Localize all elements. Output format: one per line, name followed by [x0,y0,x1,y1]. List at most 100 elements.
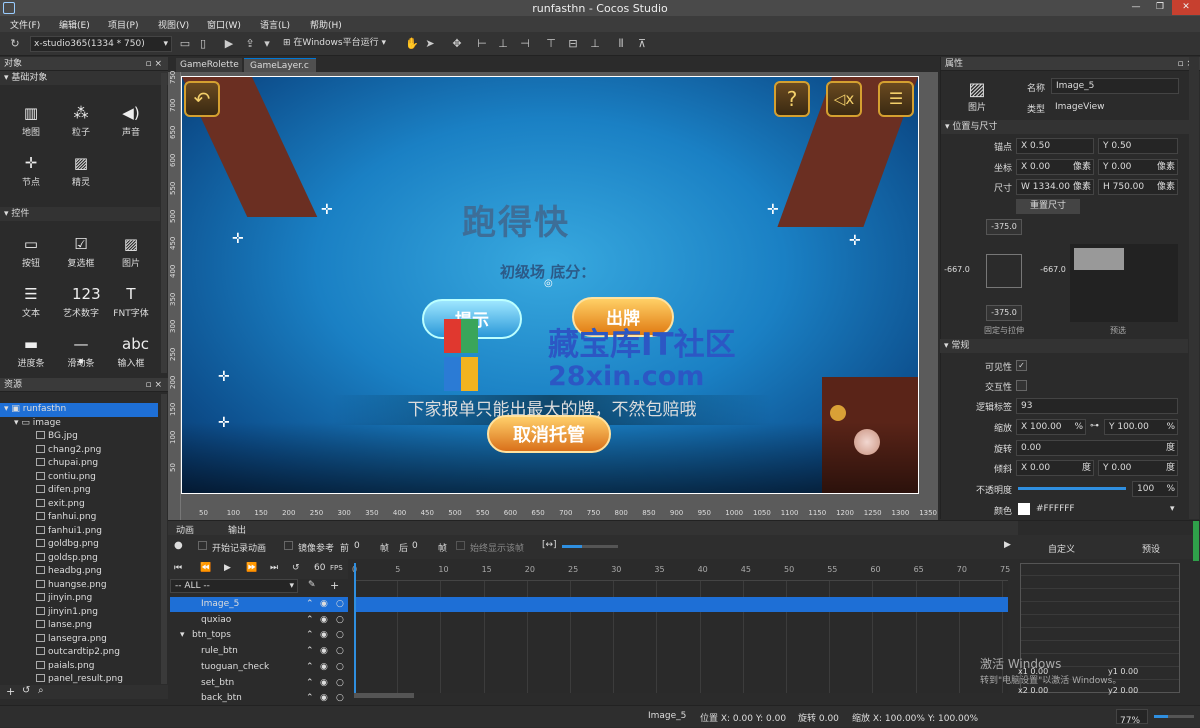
panel-close-icon[interactable]: ▫ × [145,378,162,392]
file-item[interactable]: BG.jpg [0,430,168,444]
tab-preset[interactable]: 预设 [1142,542,1160,555]
lock-icon[interactable]: ⌃ [306,613,314,628]
resolution-select[interactable]: x-studio365(1334 * 750) ▾ [30,36,172,52]
timeline-node-row[interactable]: back_btn ⌃ ◉ ○ [170,691,348,706]
circle-icon[interactable]: ○ [336,597,344,612]
tag-field[interactable]: 93 [1016,398,1178,414]
distribute-h-icon[interactable]: ⫴ [614,37,628,51]
timeline-hscrollbar[interactable] [354,693,414,698]
interactive-checkbox[interactable] [1016,380,1027,391]
landscape-icon[interactable]: ▭ [178,37,192,51]
reset-size-button[interactable]: 重置尺寸 [1016,199,1080,214]
lock-icon[interactable]: ⌃ [306,597,314,612]
prev-value[interactable]: 0 [354,541,360,551]
general-section[interactable]: ▾ 常规 [940,339,1188,353]
file-item[interactable]: goldbg.png [0,538,168,552]
scale-x-field[interactable]: X 100.00% [1016,419,1086,435]
prev-frame-icon[interactable]: ⏪ [200,563,211,573]
menu-window[interactable]: 窗口(W) [207,18,241,31]
tab-custom[interactable]: 自定义 [1048,542,1075,555]
timeline-node-row[interactable]: ▾ btn_tops ⌃ ◉ ○ [170,628,348,643]
position-x-field[interactable]: X 0.00 像素 [1016,159,1094,175]
timeline-node-row[interactable]: set_btn ⌃ ◉ ○ [170,676,348,691]
object-node[interactable]: ✛ 节点 [6,154,56,188]
menu-project[interactable]: 项目(P) [108,18,138,31]
file-item[interactable]: lanse.png [0,619,168,633]
resources-scrollbar[interactable] [161,394,167,684]
last-frame-icon[interactable]: ⏭ [270,563,278,573]
eye-icon[interactable]: ◉ [320,644,328,659]
name-field[interactable]: Image_5 [1051,78,1179,94]
width-field[interactable]: W 1334.00 像素 [1016,179,1094,195]
object-image[interactable]: ▨ 图片 [106,235,156,269]
pointer-icon[interactable]: ➤ [423,37,437,51]
skew-y-field[interactable]: Y 0.00 度 [1098,460,1178,476]
tab-gamelayer[interactable]: GameLayer.c × [244,58,316,85]
file-item[interactable]: difen.png [0,484,168,498]
file-item[interactable]: chang2.png [0,444,168,458]
eye-icon[interactable]: ◉ [320,597,328,612]
dropdown-icon[interactable]: ▾ [260,37,274,51]
move-tool-icon[interactable]: ✥ [450,37,464,51]
close-button[interactable]: ✕ [1172,0,1200,15]
align-top-icon[interactable]: ⊤ [544,37,558,51]
lock-icon[interactable]: ⌃ [306,660,314,675]
file-item[interactable]: exit.png [0,498,168,512]
file-item[interactable]: paials.png [0,660,168,674]
controls-section[interactable]: ▾ 控件 [0,207,160,221]
onion-checkbox[interactable] [456,541,465,550]
timeline-ruler[interactable]: 051015202530354045505560657075 [352,563,1010,581]
file-item[interactable]: goldsp.png [0,552,168,566]
minimize-button[interactable]: — [1124,0,1148,15]
loop-icon[interactable]: ↺ [292,563,300,573]
object-map[interactable]: ▥ 地图 [6,104,56,138]
height-field[interactable]: H 750.00 像素 [1098,179,1178,195]
file-item[interactable]: huangse.png [0,579,168,593]
margin-top-field[interactable]: -375.0 [986,219,1022,235]
pen-icon[interactable]: ✎ [308,580,316,590]
file-item[interactable]: jinyin.png [0,592,168,606]
file-item[interactable]: chupai.png [0,457,168,471]
anchor-x-field[interactable]: X 0.50 [1016,138,1094,154]
play-icon[interactable]: ▶ [222,37,236,51]
menu-file[interactable]: 文件(F) [10,18,40,31]
align-right-icon[interactable]: ⊣ [518,37,532,51]
circle-icon[interactable]: ○ [336,676,344,691]
file-item[interactable]: lansegra.png [0,633,168,647]
object-slider[interactable]: —• 滑动条 [56,335,106,371]
eye-icon[interactable]: ◉ [320,628,328,643]
hand-icon[interactable]: ✋ [405,37,419,51]
timeline-track-selected[interactable] [354,597,1008,612]
circle-icon[interactable]: ○ [336,691,344,706]
expand-arrow-icon[interactable]: ▾ [180,628,185,643]
timeline-node-row[interactable]: tuoguan_check ⌃ ◉ ○ [170,660,348,675]
publish-icon[interactable]: ⇪ [243,37,257,51]
opacity-slider[interactable] [1018,487,1126,490]
file-item[interactable]: jinyin1.png [0,606,168,620]
align-bottom-icon[interactable]: ⊥ [588,37,602,51]
file-item[interactable]: outcardtip2.png [0,646,168,660]
timeline-node-row[interactable]: rule_btn ⌃ ◉ ○ [170,644,348,659]
first-frame-icon[interactable]: ⏮ [174,563,182,573]
fit-icon[interactable]: [↔] [542,540,557,550]
distribute-v-icon[interactable]: ⊼ [635,37,649,51]
chevron-down-icon[interactable]: ▾ [1170,504,1175,514]
circle-icon[interactable]: ○ [336,613,344,628]
eye-icon[interactable]: ◉ [320,613,328,628]
run-target-select[interactable]: ⊞ 在Windows平台运行 ▾ [280,36,392,52]
node-filter-select[interactable]: -- ALL -- ▾ [170,579,298,593]
margin-right-field[interactable]: -667.0 [1038,263,1068,279]
object-text[interactable]: ☰ 文本 [6,285,56,319]
timeline-node-row[interactable]: quxiao ⌃ ◉ ○ [170,613,348,628]
circle-icon[interactable]: ○ [336,644,344,659]
maximize-button[interactable]: ❐ [1148,0,1172,15]
tree-root[interactable]: ▾ ▣ runfasthn [0,403,158,417]
file-item[interactable]: fanhui.png [0,511,168,525]
next-frame-icon[interactable]: ⏩ [246,563,257,573]
refresh-icon[interactable]: ↺ [22,685,30,696]
circle-icon[interactable]: ○ [336,660,344,675]
lock-icon[interactable]: ⌃ [306,676,314,691]
lock-icon[interactable]: ⌃ [306,644,314,659]
properties-scrollbar[interactable] [1189,57,1199,519]
expand-icon[interactable]: ▶ [1004,540,1011,550]
